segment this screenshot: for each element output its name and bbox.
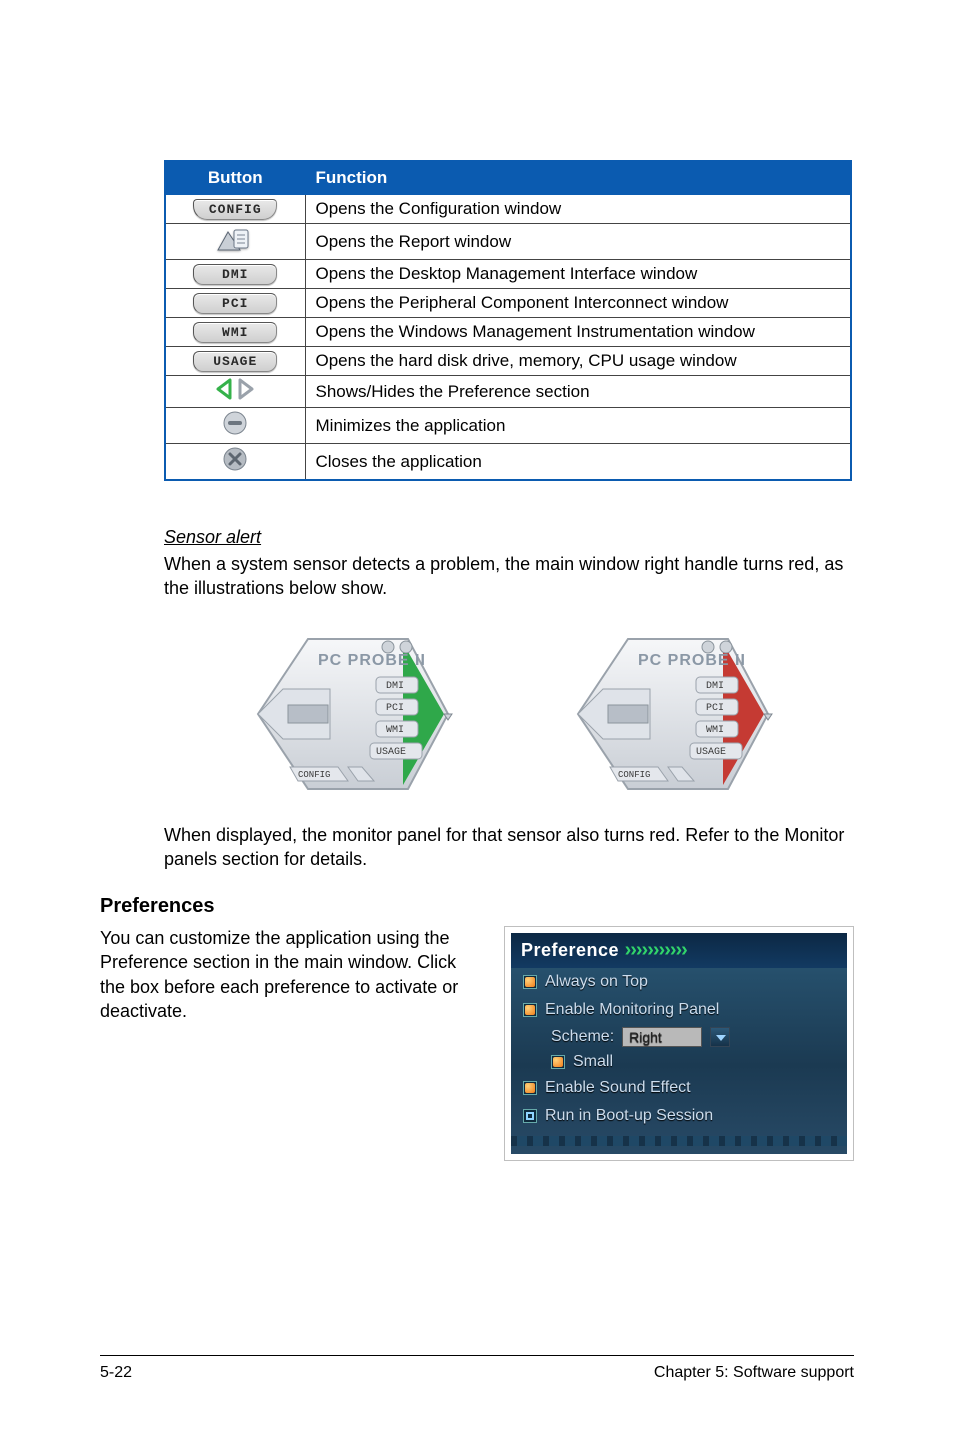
sensor-alert-text: When a system sensor detects a problem, … <box>164 552 854 601</box>
fn-cell: Minimizes the application <box>305 408 851 444</box>
fn-cell: Opens the hard disk drive, memory, CPU u… <box>305 347 851 376</box>
usage-chip-icon: USAGE <box>193 351 277 372</box>
table-row: WMI Opens the Windows Management Instrum… <box>165 318 851 347</box>
pref-label: Always on Top <box>545 973 648 991</box>
report-icon <box>216 237 254 256</box>
table-row: CONFIG Opens the Configuration window <box>165 195 851 224</box>
pci-chip-icon: PCI <box>193 293 277 314</box>
preference-title: Preference <box>521 940 619 960</box>
fn-cell: Shows/Hides the Preference section <box>305 376 851 408</box>
pref-label: Small <box>573 1053 613 1071</box>
sensor-alert-heading: Sensor alert <box>164 527 854 548</box>
minimize-icon <box>222 421 248 440</box>
preferences-heading: Preferences <box>100 895 854 918</box>
fn-cell: Opens the Peripheral Component Interconn… <box>305 289 851 318</box>
table-row: DMI Opens the Desktop Management Interfa… <box>165 260 851 289</box>
preference-panel: Preference ››››››››››› Always on Top Ena… <box>504 926 854 1161</box>
pref-arrows-icon <box>216 378 254 400</box>
th-function: Function <box>305 161 851 195</box>
pref-always-on-top[interactable]: Always on Top <box>511 968 847 996</box>
pref-label: Enable Sound Effect <box>545 1079 691 1097</box>
svg-text:USAGE: USAGE <box>696 747 726 758</box>
scheme-select[interactable]: Right <box>622 1027 702 1047</box>
pref-label: Enable Monitoring Panel <box>545 1001 719 1019</box>
fn-cell: Opens the Configuration window <box>305 195 851 224</box>
pref-scheme-row: Scheme: Right <box>539 1024 847 1050</box>
svg-text:PC PROBE II: PC PROBE II <box>318 652 426 669</box>
panel-footer-decor <box>511 1136 847 1146</box>
svg-text:PC PROBE II: PC PROBE II <box>638 652 746 669</box>
page-number: 5-22 <box>100 1364 132 1382</box>
table-row: Shows/Hides the Preference section <box>165 376 851 408</box>
fn-cell: Opens the Desktop Management Interface w… <box>305 260 851 289</box>
preferences-text: You can customize the application using … <box>100 926 484 1023</box>
checkbox-icon[interactable] <box>523 975 537 989</box>
checkbox-icon[interactable] <box>523 1109 537 1123</box>
pref-enable-sound[interactable]: Enable Sound Effect <box>511 1074 847 1102</box>
svg-text:CONFIG: CONFIG <box>298 770 330 780</box>
checkbox-icon[interactable] <box>551 1055 565 1069</box>
th-button: Button <box>165 161 305 195</box>
pref-small[interactable]: Small <box>539 1050 847 1074</box>
close-icon <box>222 457 248 476</box>
button-function-table: Button Function CONFIG Opens the Configu… <box>164 160 852 481</box>
checkbox-icon[interactable] <box>523 1081 537 1095</box>
svg-text:DMI: DMI <box>706 681 724 692</box>
table-row: Minimizes the application <box>165 408 851 444</box>
svg-text:PCI: PCI <box>706 703 724 714</box>
svg-text:CONFIG: CONFIG <box>618 770 650 780</box>
svg-text:WMI: WMI <box>386 725 404 736</box>
scheme-label: Scheme: <box>551 1028 614 1046</box>
pref-run-boot[interactable]: Run in Boot-up Session <box>511 1102 847 1130</box>
chevron-right-icon: ››››››››››› <box>625 939 687 961</box>
table-row: Closes the application <box>165 444 851 481</box>
checkbox-icon[interactable] <box>523 1003 537 1017</box>
svg-text:USAGE: USAGE <box>376 747 406 758</box>
sensor-alert-after: When displayed, the monitor panel for th… <box>164 823 854 872</box>
fn-cell: Opens the Report window <box>305 224 851 260</box>
dropdown-icon[interactable] <box>710 1027 730 1047</box>
pref-label: Run in Boot-up Session <box>545 1107 713 1125</box>
wmi-chip-icon: WMI <box>193 322 277 343</box>
fn-cell: Opens the Windows Management Instrumenta… <box>305 318 851 347</box>
dmi-chip-icon: DMI <box>193 264 277 285</box>
fn-cell: Closes the application <box>305 444 851 481</box>
svg-text:DMI: DMI <box>386 681 404 692</box>
table-row: PCI Opens the Peripheral Component Inter… <box>165 289 851 318</box>
preference-title-bar: Preference ››››››››››› <box>511 933 847 968</box>
chapter-title: Chapter 5: Software support <box>654 1364 854 1382</box>
svg-text:PCI: PCI <box>386 703 404 714</box>
table-row: USAGE Opens the hard disk drive, memory,… <box>165 347 851 376</box>
pc-probe-widget-alert: PC PROBE II DMI PCI WMI USAGE CONFIG <box>518 619 778 809</box>
pc-probe-widget-normal: PC PROBE II DMI PCI WMI USAGE CONFIG <box>198 619 458 809</box>
svg-text:WMI: WMI <box>706 725 724 736</box>
config-chip-icon: CONFIG <box>193 199 277 220</box>
pref-enable-monitoring[interactable]: Enable Monitoring Panel <box>511 996 847 1024</box>
table-row: Opens the Report window <box>165 224 851 260</box>
